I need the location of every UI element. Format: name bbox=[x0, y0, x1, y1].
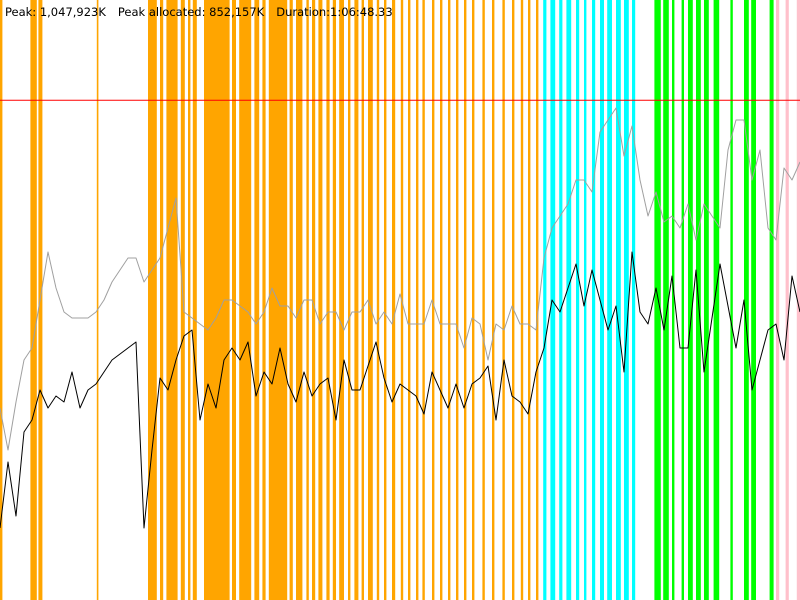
activity-band bbox=[384, 0, 387, 600]
activity-band bbox=[769, 0, 774, 600]
peak-memory-line bbox=[0, 107, 800, 451]
activity-band bbox=[654, 0, 661, 600]
activity-band bbox=[472, 0, 475, 600]
activity-band bbox=[416, 0, 419, 600]
activity-band bbox=[332, 0, 336, 600]
activity-band bbox=[376, 0, 380, 600]
activity-band bbox=[268, 0, 288, 600]
activity-band bbox=[354, 0, 359, 600]
activity-band bbox=[239, 0, 252, 600]
activity-band bbox=[408, 0, 411, 600]
activity-band bbox=[512, 0, 515, 600]
activity-band bbox=[448, 0, 451, 600]
series-lines bbox=[0, 107, 800, 529]
activity-band bbox=[464, 0, 467, 600]
activity-band bbox=[559, 0, 563, 600]
activity-band bbox=[751, 0, 756, 600]
activity-band bbox=[672, 0, 675, 600]
activity-band bbox=[348, 0, 351, 600]
activity-band bbox=[30, 0, 37, 600]
activity-band bbox=[543, 0, 547, 600]
activity-band bbox=[704, 0, 709, 600]
duration-label: Duration:1:06:48.33 bbox=[276, 5, 393, 19]
activity-band bbox=[188, 0, 191, 600]
activity-band bbox=[422, 0, 425, 600]
peak-allocated-label: Peak allocated: 852,157K bbox=[117, 5, 265, 19]
activity-band bbox=[744, 0, 749, 600]
activity-band bbox=[730, 0, 733, 600]
activity-band bbox=[592, 0, 596, 600]
activity-band bbox=[576, 0, 580, 600]
activity-band bbox=[289, 0, 293, 600]
allocated-memory-line bbox=[0, 251, 800, 529]
stats-bar: Peak: 1,047,923K Peak allocated: 852,157K… bbox=[5, 5, 393, 19]
activity-band bbox=[296, 0, 303, 600]
activity-band bbox=[520, 0, 524, 600]
activity-band bbox=[616, 0, 621, 600]
activity-band bbox=[600, 0, 604, 600]
activity-band bbox=[785, 0, 789, 600]
activity-band bbox=[148, 0, 157, 600]
activity-band bbox=[566, 0, 572, 600]
activity-band bbox=[550, 0, 556, 600]
activity-band bbox=[160, 0, 164, 600]
background-bands bbox=[0, 0, 800, 600]
activity-band bbox=[688, 0, 693, 600]
activity-band bbox=[318, 0, 323, 600]
activity-band bbox=[192, 0, 197, 600]
activity-band bbox=[326, 0, 330, 600]
peak-label: Peak: 1,047,923K bbox=[5, 5, 106, 19]
activity-band bbox=[528, 0, 531, 600]
activity-band bbox=[96, 0, 99, 600]
activity-band bbox=[339, 0, 344, 600]
activity-band bbox=[166, 0, 178, 600]
activity-band bbox=[492, 0, 495, 600]
activity-band bbox=[254, 0, 260, 600]
activity-band bbox=[607, 0, 612, 600]
activity-band bbox=[681, 0, 684, 600]
activity-band bbox=[536, 0, 539, 600]
activity-band bbox=[456, 0, 459, 600]
activity-band bbox=[776, 0, 780, 600]
activity-band bbox=[502, 0, 505, 600]
activity-band bbox=[632, 0, 636, 600]
activity-band bbox=[482, 0, 485, 600]
activity-band bbox=[440, 0, 443, 600]
memory-chart bbox=[0, 0, 800, 600]
activity-band bbox=[624, 0, 629, 600]
activity-band bbox=[392, 0, 396, 600]
activity-band bbox=[262, 0, 266, 600]
activity-band bbox=[368, 0, 373, 600]
activity-band bbox=[361, 0, 364, 600]
